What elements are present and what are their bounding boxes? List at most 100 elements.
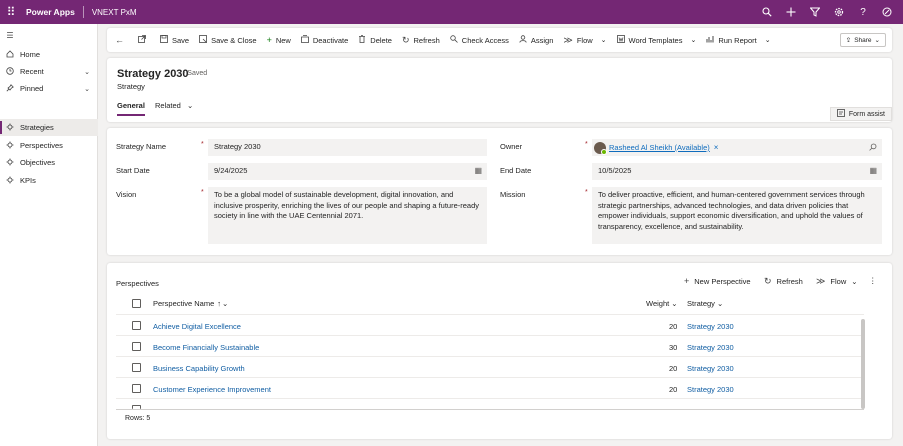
calendar-icon[interactable]: ▦ — [474, 166, 482, 176]
strategy-link[interactable]: Strategy 2030 — [687, 343, 734, 352]
perspective-name-link[interactable]: Achieve Digital Excellence — [153, 322, 241, 331]
perspective-name-link[interactable]: Business Capability Growth — [153, 364, 245, 373]
perspective-name-link[interactable]: Become Financially Sustainable — [153, 343, 259, 352]
header-divider — [116, 314, 864, 315]
open-new-window-button[interactable] — [133, 28, 155, 52]
row-checkbox[interactable] — [132, 363, 141, 372]
vision-field[interactable]: To be a global model of sustainable deve… — [208, 187, 487, 244]
filter-icon[interactable] — [803, 0, 827, 24]
copilot-icon[interactable] — [875, 0, 899, 24]
run-report-label: Run Report — [718, 35, 757, 45]
sidebar: ☰ Home Recent ⌄ Pinned ⌄ Strategies Pers… — [0, 24, 98, 446]
owner-lookup-field[interactable]: Rasheed Al Sheikh (Available) × — [592, 139, 882, 156]
sidebar-item-label: Objectives — [20, 158, 56, 167]
vertical-scrollbar[interactable] — [861, 319, 865, 409]
column-header-weight-label: Weight — [646, 299, 670, 308]
waffle-icon[interactable]: ⠿ — [0, 0, 22, 24]
avatar — [594, 141, 607, 155]
subgrid-refresh-button[interactable]: ↻ Refresh — [764, 276, 803, 287]
start-date-value: 9/24/2025 — [214, 166, 248, 175]
search-icon[interactable] — [755, 0, 779, 24]
sidebar-item-kpis[interactable]: KPIs — [0, 172, 98, 189]
delete-button[interactable]: Delete — [353, 28, 397, 52]
chevron-down-icon: ⌄ — [186, 101, 194, 110]
new-button[interactable]: + New — [262, 28, 296, 52]
required-indicator: * — [201, 189, 204, 196]
flow-button[interactable]: ≫ Flow ⌄ — [558, 28, 611, 52]
deactivate-label: Deactivate — [312, 35, 349, 45]
perspective-name-link[interactable]: Customer Experience Improvement — [153, 385, 271, 394]
new-perspective-button[interactable]: + New Perspective — [684, 276, 751, 286]
select-all-checkbox[interactable] — [132, 299, 141, 308]
sidebar-item-objectives[interactable]: Objectives — [0, 154, 98, 171]
tab-related[interactable]: Related ⌄ — [155, 100, 193, 116]
sidebar-item-home[interactable]: Home — [0, 46, 98, 63]
row-checkbox[interactable] — [132, 342, 141, 351]
app-name[interactable]: Power Apps — [22, 6, 84, 18]
column-header-name[interactable]: Perspective Name ↑ ⌄ — [153, 299, 228, 308]
entity-icon — [0, 141, 20, 151]
help-icon[interactable]: ? — [851, 0, 875, 24]
new-perspective-label: New Perspective — [694, 276, 751, 286]
subgrid-title: Perspectives — [116, 279, 159, 288]
subgrid-flow-button[interactable]: ≫ Flow ⌄ — [816, 276, 858, 287]
settings-icon[interactable] — [827, 0, 851, 24]
save-close-button[interactable]: Save & Close — [194, 28, 261, 52]
word-templates-button[interactable]: Word Templates ⌄ — [612, 28, 702, 52]
row-checkbox[interactable] — [132, 384, 141, 393]
search-icon[interactable] — [869, 143, 877, 153]
add-icon: + — [266, 35, 272, 45]
strategy-link[interactable]: Strategy 2030 — [687, 364, 734, 373]
owner-label: Owner — [500, 142, 523, 151]
strategy-link[interactable]: Strategy 2030 — [687, 322, 734, 331]
row-divider — [116, 335, 864, 336]
footer-divider — [116, 409, 864, 410]
assign-button[interactable]: Assign — [514, 28, 559, 52]
owner-link[interactable]: Rasheed Al Sheikh (Available) — [609, 143, 710, 152]
share-button[interactable]: ⇪ Share ⌄ — [839, 33, 886, 47]
column-header-name-label: Perspective Name — [153, 299, 215, 308]
required-indicator: * — [585, 189, 588, 196]
tab-related-label: Related — [155, 101, 181, 110]
row-divider — [116, 398, 864, 399]
save-button[interactable]: Save — [155, 28, 194, 52]
tab-general[interactable]: General — [117, 100, 145, 116]
back-arrow-icon: ← — [115, 35, 124, 45]
add-icon[interactable] — [779, 0, 803, 24]
check-access-button[interactable]: Check Access — [445, 28, 514, 52]
delete-icon — [358, 35, 366, 45]
refresh-button[interactable]: ↻ Refresh — [397, 28, 445, 52]
deactivate-icon — [300, 35, 309, 45]
strategy-link[interactable]: Strategy 2030 — [687, 385, 734, 394]
deactivate-button[interactable]: Deactivate — [296, 28, 353, 52]
column-header-weight[interactable]: Weight ⌄ — [646, 299, 678, 308]
chevron-down-icon: ⌄ — [222, 299, 229, 308]
sidebar-toggle[interactable]: ☰ — [0, 27, 98, 44]
hamburger-icon[interactable]: ☰ — [0, 31, 20, 40]
sidebar-item-label: Home — [20, 50, 41, 59]
mission-field[interactable]: To deliver proactive, efficient, and hum… — [592, 187, 882, 244]
sidebar-item-perspectives[interactable]: Perspectives — [0, 137, 98, 154]
chevron-down-icon[interactable]: ⌄ — [84, 85, 90, 93]
sidebar-item-pinned[interactable]: Pinned ⌄ — [0, 80, 98, 97]
strategy-name-field[interactable]: Strategy 2030 — [208, 139, 487, 156]
form-assist-button[interactable]: Form assist — [829, 107, 892, 121]
close-icon[interactable]: × — [714, 143, 719, 152]
calendar-icon[interactable]: ▦ — [869, 166, 877, 176]
check-access-label: Check Access — [461, 35, 509, 45]
sidebar-item-recent[interactable]: Recent ⌄ — [0, 63, 98, 80]
home-icon — [0, 49, 20, 60]
more-options-icon[interactable]: ⋮ — [869, 276, 877, 285]
form-assist-label: Form assist — [848, 110, 885, 118]
save-icon — [160, 35, 168, 45]
sidebar-item-strategies[interactable]: Strategies — [0, 119, 98, 136]
end-date-field[interactable]: 10/5/2025 ▦ — [592, 163, 882, 180]
environment-name[interactable]: VNEXT PxM — [84, 8, 137, 17]
refresh-label: Refresh — [413, 35, 440, 45]
start-date-field[interactable]: 9/24/2025 ▦ — [208, 163, 487, 180]
run-report-button[interactable]: Run Report ⌄ — [701, 28, 775, 52]
column-header-strategy[interactable]: Strategy ⌄ — [687, 299, 723, 308]
back-button[interactable]: ← — [107, 28, 133, 52]
row-checkbox[interactable] — [132, 321, 141, 330]
chevron-down-icon[interactable]: ⌄ — [84, 68, 90, 76]
